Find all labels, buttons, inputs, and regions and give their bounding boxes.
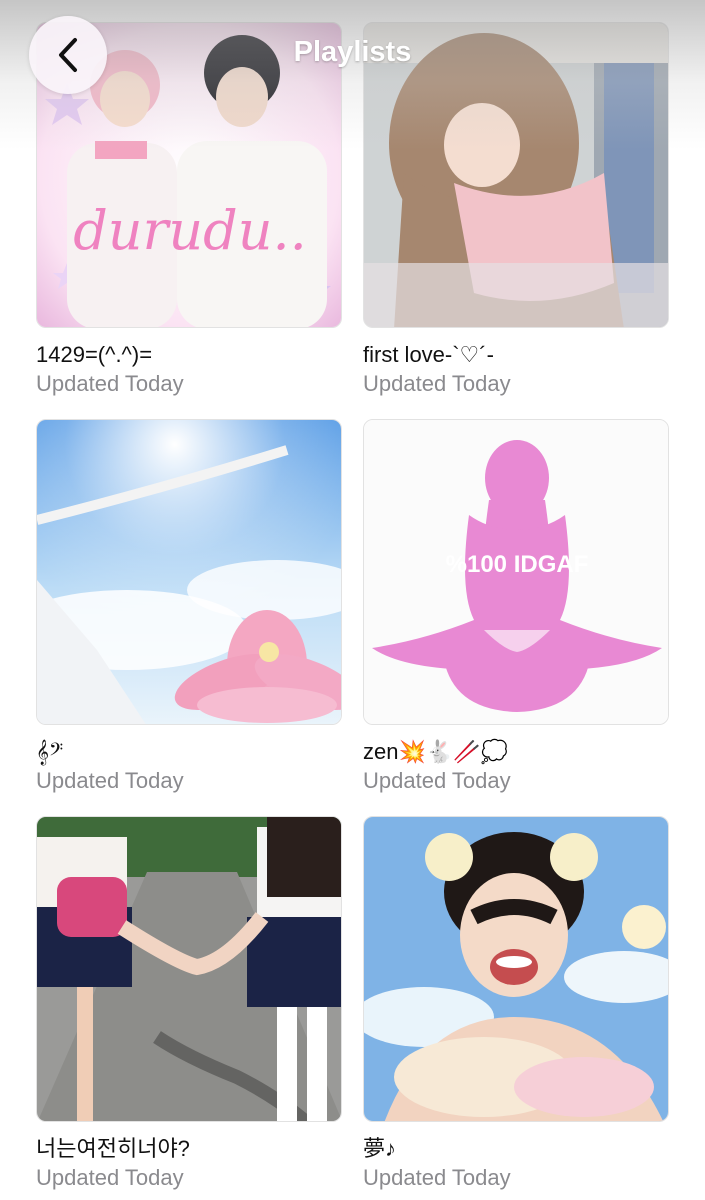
- playlist-artwork[interactable]: [363, 816, 669, 1122]
- playlist-name: 너는여전히너야?: [36, 1136, 190, 1161]
- playlist-name: 夢♪: [363, 1136, 397, 1161]
- playlist-card[interactable]: 너는여전히너야? Updated Today: [36, 816, 342, 1192]
- playlist-name: 1429=(^.^)=: [36, 342, 153, 367]
- playlist-artwork[interactable]: [36, 419, 342, 725]
- playlist-updated: Updated Today: [36, 371, 184, 396]
- playlist-name: first love-`♡´-: [363, 342, 494, 367]
- playlist-artwork[interactable]: [36, 816, 342, 1122]
- playlist-updated: Updated Today: [36, 768, 184, 793]
- playlist-card[interactable]: 𝄞𝄢 Updated Today: [36, 419, 342, 795]
- playlist-card[interactable]: first love-`♡´- Updated Today: [363, 22, 669, 398]
- playlist-artwork[interactable]: %100 IDGAF: [363, 419, 669, 725]
- playlist-name: zen💥🐇🥢💭: [363, 739, 509, 764]
- artwork-caption: %100 IDGAF: [446, 551, 589, 578]
- playlist-card[interactable]: 夢♪ Updated Today: [363, 816, 669, 1192]
- artwork-caption: durudu..: [73, 199, 307, 262]
- playlist-updated: Updated Today: [363, 1165, 511, 1190]
- playlist-card[interactable]: %100 IDGAF zen💥🐇🥢💭 Updated Today: [363, 419, 669, 795]
- playlist-updated: Updated Today: [363, 371, 511, 396]
- playlist-name: 𝄞𝄢: [36, 739, 64, 764]
- playlist-updated: Updated Today: [363, 768, 511, 793]
- page-title: Playlists: [293, 36, 412, 68]
- playlist-updated: Updated Today: [36, 1165, 184, 1190]
